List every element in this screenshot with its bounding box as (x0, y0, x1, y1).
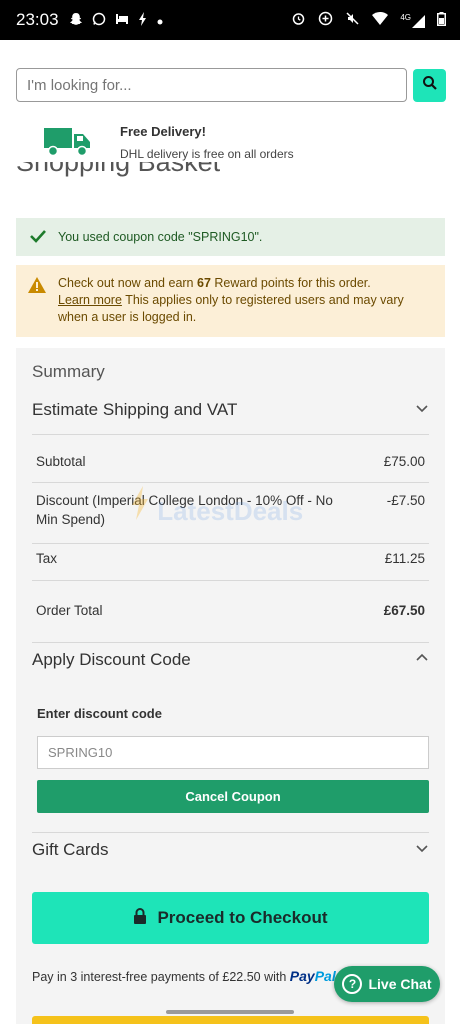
cancel-coupon-button[interactable]: Cancel Coupon (37, 780, 429, 813)
checkout-label: Proceed to Checkout (157, 908, 328, 927)
bed-icon (115, 12, 129, 28)
watermark-bolt-icon (130, 486, 157, 526)
chevron-up-icon (415, 650, 429, 670)
status-bar: 23:03 4G (0, 0, 460, 40)
status-time: 23:03 (16, 10, 59, 29)
paypal-logo: PayPal (290, 968, 336, 984)
signal-icon: 4G (400, 13, 425, 28)
search-button[interactable] (413, 68, 446, 102)
paypal-brand-pal: Pal (314, 968, 336, 984)
home-indicator[interactable] (166, 1010, 294, 1014)
live-chat-button[interactable]: ? Live Chat (334, 966, 440, 1002)
delivery-title: Free Delivery! (120, 124, 206, 139)
page-title-text: Shopping Basket (16, 162, 221, 177)
watermark-text: LatestDeals (157, 496, 304, 526)
search-input[interactable] (16, 68, 407, 102)
free-delivery-banner: Free Delivery! DHL delivery is free on a… (44, 122, 294, 161)
apply-discount-label: Apply Discount Code (32, 650, 191, 669)
warning-suffix: Reward points for this order. (214, 276, 371, 290)
page-title: Shopping Basket (16, 162, 220, 188)
order-total-value: £67.50 (383, 603, 425, 618)
system-icons: 4G (291, 11, 446, 29)
estimate-shipping-toggle[interactable]: Estimate Shipping and VAT (32, 400, 429, 420)
discount-code-input[interactable] (37, 736, 429, 769)
watermark: LatestDeals (130, 486, 303, 527)
snapchat-icon (69, 12, 83, 29)
paypal-pay-later-message: Pay in 3 interest-free payments of £22.5… (32, 968, 336, 984)
network-label: 4G (400, 12, 411, 22)
divider (32, 832, 429, 833)
search-icon (422, 75, 438, 96)
discount-field-label: Enter discount code (37, 706, 162, 721)
subtotal-value: £75.00 (383, 454, 425, 469)
order-total-row: Order Total £67.50 (36, 603, 425, 618)
check-icon (30, 227, 46, 248)
page-content: Free Delivery! DHL delivery is free on a… (0, 40, 460, 1024)
subtotal-label: Subtotal (36, 454, 86, 469)
paypal-brand-pay: Pay (289, 968, 315, 984)
gift-cards-label: Gift Cards (32, 840, 109, 859)
apply-discount-toggle[interactable]: Apply Discount Code (32, 650, 429, 670)
reward-points-value: 67 (197, 276, 211, 290)
tax-value: £11.25 (384, 551, 425, 566)
learn-more-link[interactable]: Learn more (58, 293, 122, 307)
divider (32, 434, 429, 435)
delivery-text: Free Delivery! DHL delivery is free on a… (120, 122, 294, 161)
paypal-button-edge[interactable] (32, 1016, 429, 1024)
search-bar (16, 68, 446, 102)
reward-points-notice: Check out now and earn 67 Reward points … (16, 265, 445, 337)
whatsapp-icon (92, 12, 106, 29)
mute-icon (345, 11, 360, 29)
wifi-icon (372, 12, 389, 28)
divider (32, 580, 429, 581)
discount-value: -£7.50 (386, 493, 425, 508)
proceed-to-checkout-button[interactable]: Proceed to Checkout (32, 892, 429, 944)
order-total-label: Order Total (36, 603, 103, 618)
notification-icons (69, 11, 163, 29)
data-saver-icon (318, 11, 333, 29)
divider (32, 543, 429, 544)
dot-icon (157, 12, 163, 28)
gift-cards-toggle[interactable]: Gift Cards (32, 840, 429, 860)
estimate-shipping-label: Estimate Shipping and VAT (32, 400, 238, 419)
success-text: You used coupon code "SPRING10". (58, 230, 263, 244)
divider (32, 482, 429, 483)
tax-label: Tax (36, 551, 58, 566)
divider (32, 642, 429, 643)
live-chat-label: Live Chat (368, 976, 432, 992)
warning-prefix: Check out now and earn (58, 276, 194, 290)
alarm-icon (291, 11, 306, 29)
subtotal-row: Subtotal £75.00 (36, 454, 425, 469)
order-summary: Summary Estimate Shipping and VAT Subtot… (16, 348, 445, 1024)
warning-icon (28, 277, 46, 298)
delivery-subtitle: DHL delivery is free on all orders (120, 147, 294, 161)
flash-icon (138, 11, 148, 29)
paypal-text: Pay in 3 interest-free payments of £22.5… (32, 970, 287, 984)
delivery-truck-icon (44, 124, 92, 158)
tax-row: Tax £11.25 (36, 551, 425, 566)
battery-icon (437, 11, 446, 29)
coupon-success-message: You used coupon code "SPRING10". (16, 218, 445, 256)
chevron-down-icon (415, 840, 429, 860)
help-icon: ? (342, 974, 363, 994)
lock-icon (133, 907, 147, 929)
chevron-down-icon (415, 400, 429, 420)
summary-title: Summary (32, 362, 105, 381)
